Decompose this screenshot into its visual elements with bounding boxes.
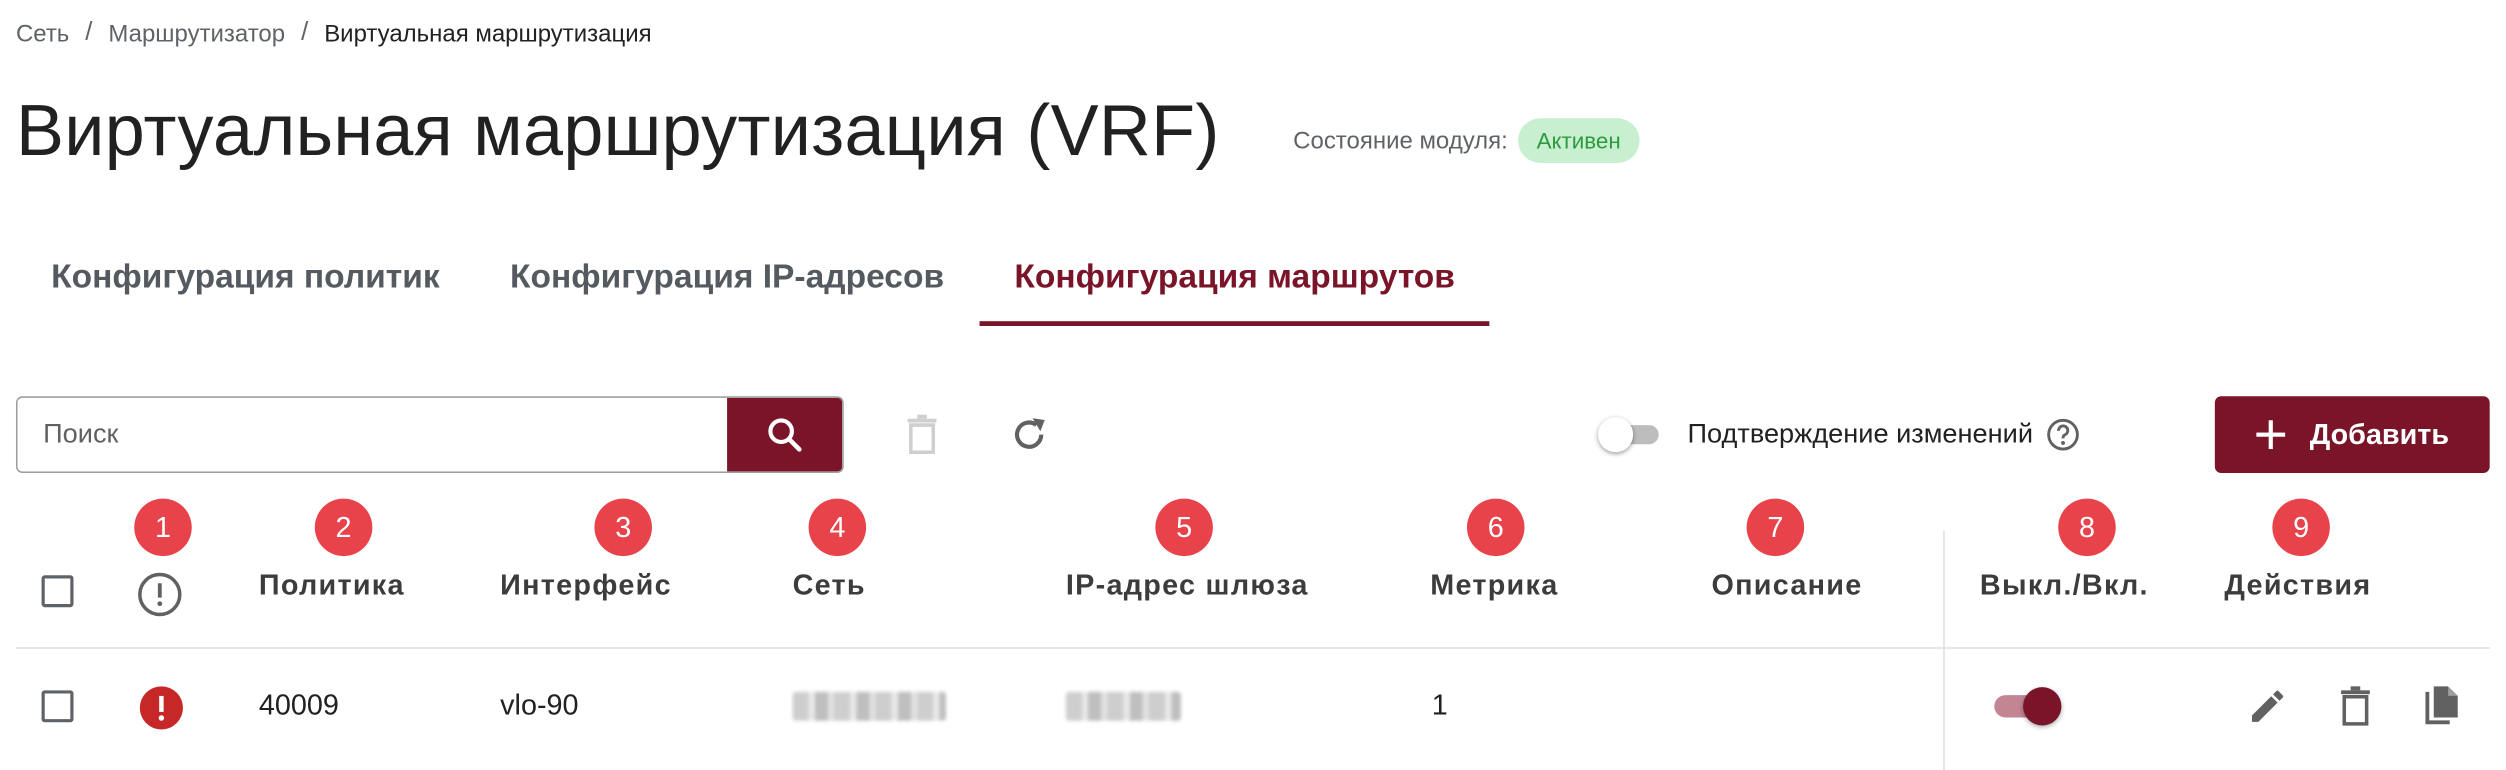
column-header-policy[interactable]: Политика	[259, 569, 405, 603]
refresh-icon[interactable]	[1007, 412, 1052, 457]
select-all-checkbox[interactable]	[41, 575, 74, 608]
tab-policy-config[interactable]: Конфигурация политик	[16, 243, 475, 326]
help-icon[interactable]	[2046, 417, 2081, 452]
breadcrumb-current: Виртуальная маршрутизация	[324, 19, 652, 48]
column-header-network[interactable]: Сеть	[793, 569, 866, 603]
cell-metric: 1	[1431, 688, 1448, 721]
vrf-page: Сеть / Маршрутизатор / Виртуальная маршр…	[0, 0, 2506, 770]
row-checkbox[interactable]	[41, 690, 74, 723]
column-header-actions: Действия	[2224, 568, 2372, 601]
column-marker: 6	[1466, 498, 1525, 557]
column-header-metric[interactable]: Метрика	[1430, 569, 1558, 603]
add-button-label: Добавить	[2309, 417, 2450, 450]
warning-circle-icon	[136, 570, 184, 626]
toolbar: Подтверждение изменений Добавить	[15, 396, 2490, 474]
tab-ip-config[interactable]: Конфигурация IP-адресов	[475, 243, 979, 326]
plus-icon	[2255, 419, 2287, 451]
confirm-changes-toggle[interactable]: Подтверждение изменений	[1598, 417, 2081, 453]
module-status: Состояние модуля: Активен	[1293, 118, 1640, 163]
column-markers: 1 2 3 4 5 6 7 8 9	[0, 498, 2506, 557]
search-input[interactable]	[17, 397, 728, 472]
add-button[interactable]: Добавить	[2214, 396, 2490, 474]
column-marker: 7	[1746, 498, 1805, 557]
breadcrumb-network[interactable]: Сеть	[16, 20, 69, 47]
column-header-enabled[interactable]: Выкл./Вкл.	[1980, 569, 2149, 603]
confirm-changes-switch[interactable]	[1598, 417, 1665, 453]
edit-icon[interactable]	[2244, 682, 2292, 730]
breadcrumb-separator: /	[85, 19, 93, 47]
column-marker: 5	[1155, 498, 1213, 557]
confirm-changes-label: Подтверждение изменений	[1687, 418, 2034, 450]
cell-network-redacted	[792, 691, 947, 721]
search-button[interactable]	[727, 397, 843, 472]
delete-icon[interactable]	[2331, 682, 2379, 730]
column-header-interface[interactable]: Интерфейс	[500, 569, 672, 603]
breadcrumb-router[interactable]: Маршрутизатор	[108, 20, 285, 47]
breadcrumb: Сеть / Маршрутизатор / Виртуальная маршр…	[16, 19, 652, 48]
cell-gateway-redacted	[1065, 691, 1181, 721]
module-status-label: Состояние модуля:	[1293, 127, 1508, 155]
breadcrumb-separator: /	[301, 19, 309, 47]
cell-interface: vlo-90	[500, 688, 579, 721]
column-marker: 9	[2272, 498, 2330, 557]
column-marker: 2	[314, 498, 373, 557]
status-badge: Активен	[1517, 118, 1640, 163]
trash-icon[interactable]	[900, 412, 945, 457]
tab-route-config[interactable]: Конфигурация маршрутов	[979, 243, 1491, 326]
column-header-description[interactable]: Описание	[1711, 569, 1862, 603]
cell-policy: 40009	[258, 688, 339, 721]
table-row[interactable]: 40009 vlo-90 1	[16, 650, 2490, 770]
search-icon	[764, 413, 806, 459]
row-enabled-switch[interactable]	[1991, 686, 2065, 728]
column-marker: 8	[2058, 498, 2116, 557]
title-row: Виртуальная маршрутизация (VRF) Состояни…	[16, 89, 1640, 172]
column-marker: 3	[594, 498, 652, 557]
table-header: Политика Интерфейс Сеть IP-адрес шлюза М…	[15, 556, 2490, 649]
tabs: Конфигурация политик Конфигурация IP-адр…	[16, 243, 1491, 326]
error-icon	[137, 684, 185, 740]
column-header-gateway[interactable]: IP-адрес шлюза	[1066, 569, 1309, 603]
search-box	[15, 396, 844, 474]
column-marker: 1	[134, 498, 192, 557]
copy-icon[interactable]	[2419, 682, 2467, 730]
column-marker: 4	[808, 498, 867, 557]
page-title: Виртуальная маршрутизация (VRF)	[15, 89, 1220, 171]
